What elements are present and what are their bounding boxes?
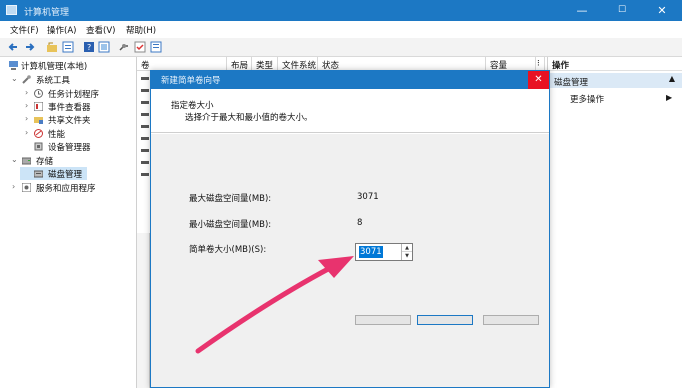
column-header-capacity[interactable]: 容量: [486, 57, 536, 71]
table-row[interactable]: [141, 137, 149, 140]
step-description: 选择介于最大和最小值的卷大小。: [185, 113, 313, 123]
action-more-actions[interactable]: 更多操作: [570, 93, 604, 105]
volume-size-input[interactable]: 3071: [359, 246, 383, 258]
column-header-status[interactable]: 状态: [318, 57, 486, 71]
menu-action[interactable]: 操作(A): [47, 24, 76, 36]
table-row[interactable]: [141, 77, 149, 80]
window-title: 计算机管理: [24, 8, 70, 18]
column-header-more[interactable]: ⁝: [536, 57, 545, 71]
maximize-button[interactable]: ☐: [602, 0, 642, 21]
title-bar: 计算机管理 — ☐ ✕: [0, 0, 682, 21]
tree-item-system-tools[interactable]: ⌄ 系统工具: [0, 73, 137, 86]
disk-icon: [34, 170, 43, 178]
next-button[interactable]: [417, 315, 473, 325]
close-button[interactable]: ✕: [642, 0, 682, 21]
performance-icon: [34, 129, 43, 138]
back-icon[interactable]: [7, 41, 19, 53]
collapse-chevron-icon[interactable]: ⌄: [11, 155, 18, 164]
connect-icon[interactable]: [118, 41, 130, 53]
actions-pane: 操作 磁盘管理 ▲ 更多操作 ▶: [547, 57, 682, 388]
max-size-label: 最大磁盘空间量(MB):: [189, 194, 272, 204]
properties-icon[interactable]: [62, 41, 74, 53]
column-header-type[interactable]: 类型: [252, 57, 278, 71]
expand-chevron-icon[interactable]: ›: [12, 182, 15, 191]
menu-view[interactable]: 查看(V): [86, 24, 115, 36]
device-manager-icon: [34, 142, 43, 151]
expand-chevron-icon[interactable]: ›: [25, 88, 28, 97]
table-row[interactable]: [141, 149, 149, 152]
dialog-header: 指定卷大小 选择介于最大和最小值的卷大小。: [151, 89, 549, 133]
storage-icon: [22, 157, 31, 165]
step-heading: 指定卷大小: [171, 101, 214, 111]
dialog-close-button[interactable]: ✕: [528, 71, 549, 89]
computer-management-icon: [6, 5, 17, 15]
table-row[interactable]: [141, 101, 149, 104]
back-button[interactable]: [355, 315, 411, 325]
menu-help[interactable]: 帮助(H): [126, 24, 156, 36]
table-row[interactable]: [141, 113, 149, 116]
tree-item-root[interactable]: 计算机管理(本地): [0, 59, 137, 72]
menu-bar: 文件(F) 操作(A) 查看(V) 帮助(H): [0, 21, 682, 38]
cancel-button[interactable]: [483, 315, 539, 325]
help-icon[interactable]: ?: [83, 41, 95, 53]
table-row[interactable]: [141, 89, 149, 92]
tree-item-task-scheduler[interactable]: › 任务计划程序: [0, 87, 137, 100]
expand-chevron-icon[interactable]: ›: [25, 101, 28, 110]
menu-file[interactable]: 文件(F): [10, 24, 39, 36]
volume-size-label: 简单卷大小(MB)(S):: [189, 245, 267, 255]
table-row[interactable]: [141, 125, 149, 128]
clock-icon: [34, 89, 43, 98]
svg-text:?: ?: [87, 43, 91, 52]
actions-section-disk-management[interactable]: 磁盘管理 ▲: [548, 73, 682, 88]
up-folder-icon[interactable]: [46, 41, 58, 53]
tools-icon: [22, 75, 31, 84]
tree-item-shared-folders[interactable]: › 共享文件夹: [0, 113, 137, 126]
dialog-body: 最大磁盘空间量(MB): 3071 最小磁盘空间量(MB): 8 简单卷大小(M…: [151, 134, 549, 387]
navigation-tree: 计算机管理(本地) ⌄ 系统工具 › 任务计划程序 › 事件查看器 › 共享文件…: [0, 57, 137, 388]
spin-buttons: ▲ ▼: [401, 244, 412, 260]
min-size-label: 最小磁盘空间量(MB):: [189, 220, 272, 230]
services-icon: [22, 183, 31, 192]
column-header-volume[interactable]: 卷: [137, 57, 227, 71]
tree-item-device-manager[interactable]: 设备管理器: [0, 140, 137, 153]
spin-down-icon[interactable]: ▼: [402, 252, 412, 260]
column-header-filesystem[interactable]: 文件系统: [278, 57, 318, 71]
expand-chevron-icon[interactable]: ›: [25, 128, 28, 137]
tree-item-performance[interactable]: › 性能: [0, 127, 137, 140]
column-header-layout[interactable]: 布局: [227, 57, 252, 71]
tree-item-services-apps[interactable]: › 服务和应用程序: [0, 181, 137, 194]
max-size-value: 3071: [357, 192, 379, 202]
check-icon[interactable]: [134, 41, 146, 53]
collapse-chevron-icon[interactable]: ⌄: [11, 74, 18, 83]
shared-folder-icon: [34, 117, 43, 124]
volume-size-spinbox[interactable]: 3071 ▲ ▼: [355, 243, 413, 261]
minimize-button[interactable]: —: [562, 0, 602, 21]
tree-item-event-viewer[interactable]: › 事件查看器: [0, 100, 137, 113]
tree-item-disk-management[interactable]: 磁盘管理: [20, 167, 87, 180]
tree-item-storage[interactable]: ⌄ 存储: [0, 154, 137, 167]
computer-icon: [9, 61, 18, 70]
spin-up-icon[interactable]: ▲: [402, 244, 412, 252]
view-icon[interactable]: [98, 41, 110, 53]
table-row[interactable]: [141, 173, 149, 176]
expand-chevron-icon[interactable]: ›: [25, 114, 28, 123]
disk-graphical-view[interactable]: [137, 233, 150, 388]
toolbar: ?: [0, 38, 682, 57]
event-viewer-icon: [34, 102, 43, 111]
new-simple-volume-wizard: 新建简单卷向导 ✕ 指定卷大小 选择介于最大和最小值的卷大小。 最大磁盘空间量(…: [150, 70, 550, 388]
list-icon[interactable]: [150, 41, 162, 53]
actions-header: 操作: [548, 57, 682, 71]
dialog-title: 新建简单卷向导: [151, 71, 549, 89]
forward-icon[interactable]: [24, 41, 36, 53]
min-size-value: 8: [357, 218, 363, 228]
submenu-arrow-icon: ▶: [666, 93, 673, 102]
table-row[interactable]: [141, 161, 149, 164]
collapse-triangle-icon[interactable]: ▲: [669, 74, 675, 83]
